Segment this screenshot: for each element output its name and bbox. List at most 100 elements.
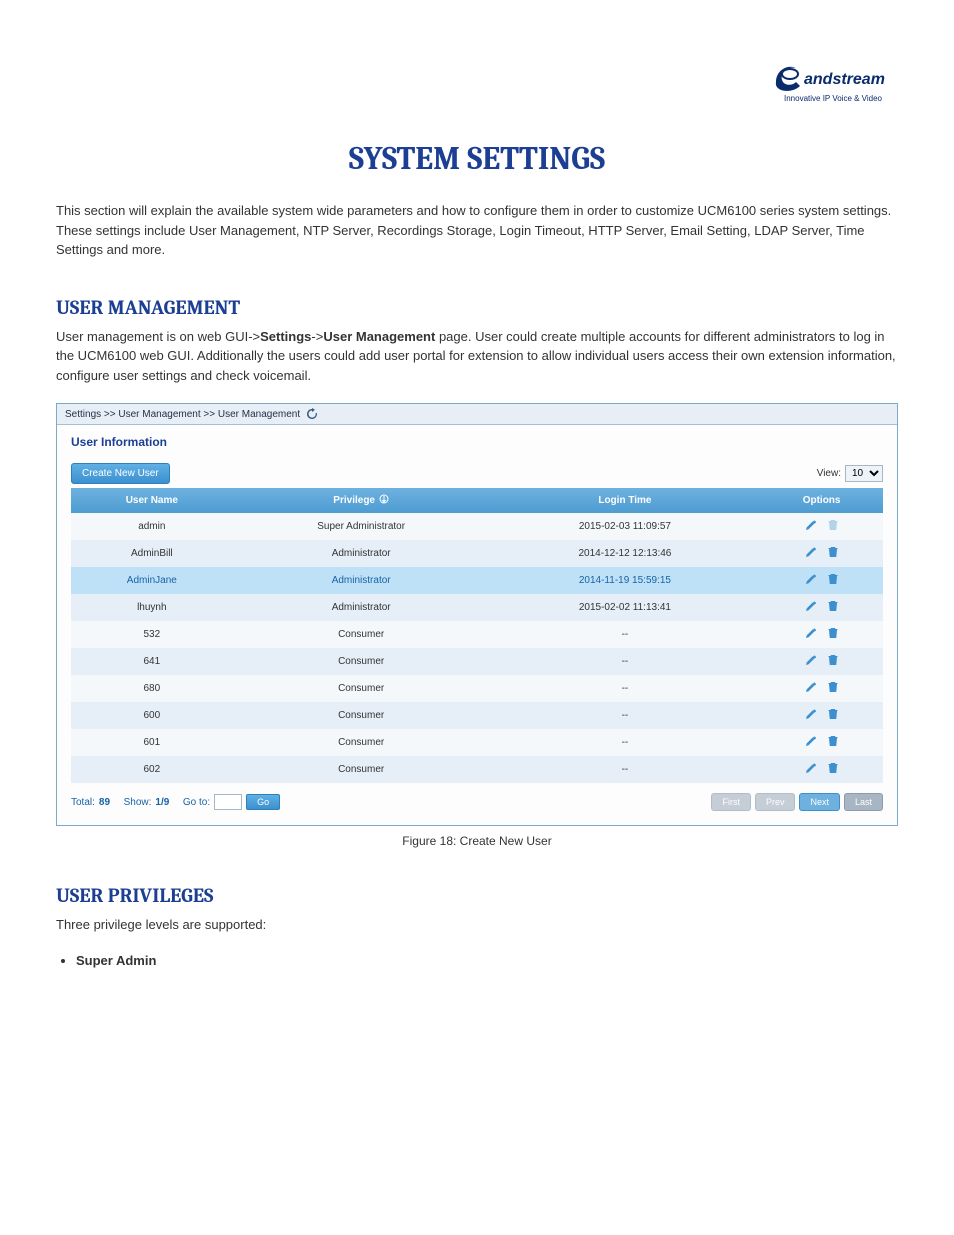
section-user-management-heading: USER MANAGEMENT <box>56 296 898 319</box>
cell-privilege: Consumer <box>233 621 490 648</box>
edit-icon[interactable] <box>805 573 817 585</box>
view-select[interactable]: 10 <box>845 465 883 482</box>
delete-icon[interactable] <box>827 573 839 585</box>
cell-options <box>760 594 883 621</box>
user-management-desc: User management is on web GUI->Settings-… <box>56 327 898 386</box>
cell-privilege: Administrator <box>233 540 490 567</box>
table-row: 602Consumer-- <box>71 756 883 783</box>
cell-logintime: -- <box>490 756 761 783</box>
intro-text: This section will explain the available … <box>56 201 898 260</box>
delete-icon[interactable] <box>827 735 839 747</box>
delete-icon[interactable] <box>827 708 839 720</box>
delete-icon <box>827 519 839 531</box>
cell-privilege: Consumer <box>233 729 490 756</box>
cell-privilege: Administrator <box>233 594 490 621</box>
table-row: 601Consumer-- <box>71 729 883 756</box>
user-table: User Name Privilege Login Time Options <box>71 488 883 783</box>
delete-icon[interactable] <box>827 600 839 612</box>
edit-icon[interactable] <box>805 708 817 720</box>
cell-options <box>760 540 883 567</box>
cell-logintime: 2014-12-12 12:13:46 <box>490 540 761 567</box>
table-row: 641Consumer-- <box>71 648 883 675</box>
edit-icon[interactable] <box>805 519 817 531</box>
edit-icon[interactable] <box>805 735 817 747</box>
cell-username: 600 <box>71 702 233 729</box>
pager-next[interactable]: Next <box>799 793 840 811</box>
cell-logintime: 2014-11-19 15:59:15 <box>490 567 761 594</box>
cell-options <box>760 621 883 648</box>
cell-privilege: Administrator <box>233 567 490 594</box>
page-title: SYSTEM SETTINGS <box>56 140 898 177</box>
cell-username: 601 <box>71 729 233 756</box>
pager-first[interactable]: First <box>711 793 751 811</box>
svg-text:andstream: andstream <box>804 71 885 88</box>
goto-input[interactable] <box>214 794 242 810</box>
cell-username: AdminJane <box>71 567 233 594</box>
panel-title: User Information <box>71 435 883 449</box>
pager-last[interactable]: Last <box>844 793 883 811</box>
breadcrumb: Settings >> User Management >> User Mana… <box>57 404 897 425</box>
cell-options <box>760 675 883 702</box>
delete-icon[interactable] <box>827 654 839 666</box>
um-path-1: Settings <box>260 329 311 344</box>
sort-icon <box>379 494 389 507</box>
edit-icon[interactable] <box>805 546 817 558</box>
goto-label: Go to: <box>183 797 210 808</box>
cell-options <box>760 567 883 594</box>
edit-icon[interactable] <box>805 627 817 639</box>
edit-icon[interactable] <box>805 654 817 666</box>
delete-icon[interactable] <box>827 681 839 693</box>
view-label: View: <box>817 468 841 479</box>
privilege-list: Super Admin <box>76 949 898 972</box>
edit-icon[interactable] <box>805 762 817 774</box>
delete-icon[interactable] <box>827 627 839 639</box>
pager-prev[interactable]: Prev <box>755 793 796 811</box>
cell-options <box>760 756 883 783</box>
col-privilege[interactable]: Privilege <box>233 488 490 513</box>
logo-tagline: Innovative IP Voice & Video <box>768 94 898 103</box>
bullet-super-admin: Super Admin <box>76 953 156 968</box>
col-privilege-label: Privilege <box>333 495 375 506</box>
col-logintime[interactable]: Login Time <box>490 488 761 513</box>
table-row: adminSuper Administrator2015-02-03 11:09… <box>71 513 883 540</box>
cell-options <box>760 513 883 540</box>
edit-icon[interactable] <box>805 600 817 612</box>
user-privileges-text: Three privilege levels are supported: <box>56 915 898 935</box>
cell-privilege: Super Administrator <box>233 513 490 540</box>
cell-logintime: -- <box>490 702 761 729</box>
cell-logintime: 2015-02-02 11:13:41 <box>490 594 761 621</box>
um-path-2: User Management <box>323 329 435 344</box>
cell-username: 641 <box>71 648 233 675</box>
cell-username: admin <box>71 513 233 540</box>
edit-icon[interactable] <box>805 681 817 693</box>
cell-username: 602 <box>71 756 233 783</box>
cell-options <box>760 729 883 756</box>
cell-privilege: Consumer <box>233 648 490 675</box>
cell-logintime: -- <box>490 729 761 756</box>
cell-privilege: Consumer <box>233 756 490 783</box>
table-row: AdminBillAdministrator2014-12-12 12:13:4… <box>71 540 883 567</box>
section-user-privileges-heading: USER PRIVILEGES <box>56 884 898 907</box>
delete-icon[interactable] <box>827 546 839 558</box>
logo: andstream Innovative IP Voice & Video <box>56 60 898 104</box>
total-value: 89 <box>99 797 110 808</box>
table-row: 600Consumer-- <box>71 702 883 729</box>
list-item: Super Admin <box>76 949 898 972</box>
table-footer-stats: Total: 89 Show: 1/9 Go to: Go <box>71 794 280 810</box>
breadcrumb-text: Settings >> User Management >> User Mana… <box>65 409 300 420</box>
table-row: 532Consumer-- <box>71 621 883 648</box>
table-row: 680Consumer-- <box>71 675 883 702</box>
cell-logintime: 2015-02-03 11:09:57 <box>490 513 761 540</box>
cell-username: lhuynh <box>71 594 233 621</box>
figure-caption: Figure 18: Create New User <box>56 834 898 848</box>
go-button[interactable]: Go <box>246 794 280 810</box>
um-text-a: User management is on web GUI-> <box>56 329 260 344</box>
col-options: Options <box>760 488 883 513</box>
cell-logintime: -- <box>490 621 761 648</box>
create-new-user-button[interactable]: Create New User <box>71 463 170 484</box>
col-username[interactable]: User Name <box>71 488 233 513</box>
cell-logintime: -- <box>490 675 761 702</box>
delete-icon[interactable] <box>827 762 839 774</box>
refresh-icon[interactable] <box>306 408 318 420</box>
show-value: 1/9 <box>155 797 169 808</box>
